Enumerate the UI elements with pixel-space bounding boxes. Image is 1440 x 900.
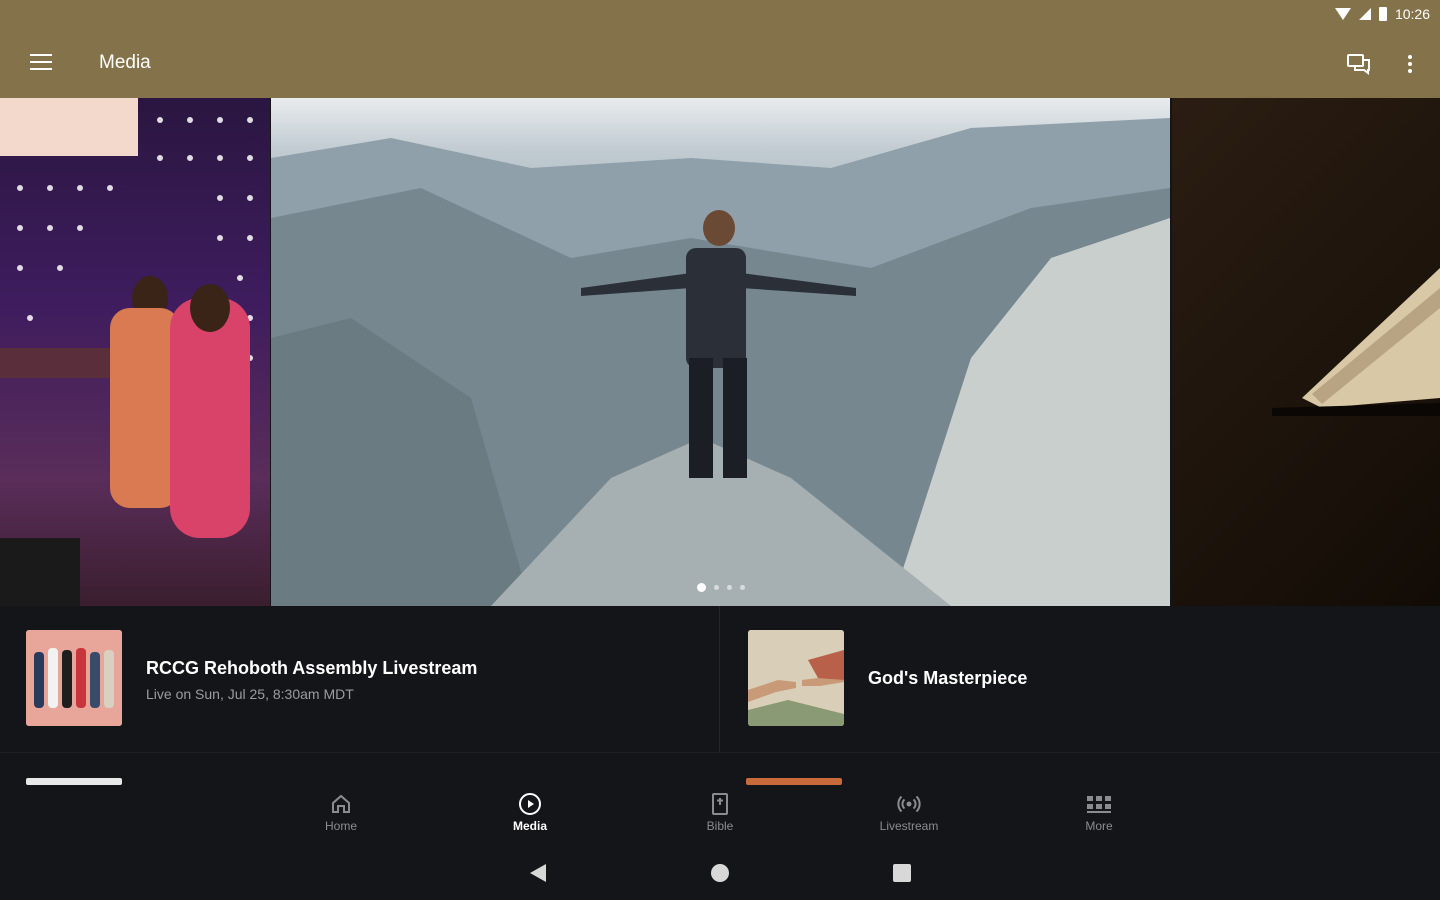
grid-more-icon xyxy=(1087,796,1111,813)
carousel-dot[interactable] xyxy=(696,583,706,592)
list-item[interactable]: RCCG Rehoboth Assembly Livestream Live o… xyxy=(0,606,720,752)
wifi-icon xyxy=(1334,8,1351,20)
bible-icon xyxy=(712,793,728,815)
nav-label: Home xyxy=(324,819,357,833)
more-vert-icon[interactable] xyxy=(1404,52,1416,76)
bottom-navigation: Home Media Bible Livestream More xyxy=(0,786,1440,844)
nav-item-more[interactable]: More xyxy=(1049,792,1149,833)
page-title: Media xyxy=(99,52,151,73)
media-list: RCCG Rehoboth Assembly Livestream Live o… xyxy=(0,606,1440,796)
carousel-dot[interactable] xyxy=(726,585,732,590)
carousel-dots xyxy=(696,583,745,592)
carousel-slide-next[interactable] xyxy=(1172,98,1440,606)
home-button-icon[interactable] xyxy=(710,862,730,884)
media-title: God's Masterpiece xyxy=(868,668,1028,688)
nav-label: More xyxy=(1085,819,1113,833)
nav-label: Bible xyxy=(706,819,734,833)
nav-label: Livestream xyxy=(879,819,939,833)
play-circle-icon xyxy=(519,793,541,815)
battery-icon xyxy=(1378,7,1387,21)
hamburger-menu-icon[interactable] xyxy=(30,54,52,72)
system-navigation xyxy=(0,850,1440,900)
carousel-slide-previous[interactable] xyxy=(0,98,270,606)
media-title: RCCG Rehoboth Assembly Livestream xyxy=(146,658,478,678)
media-subtitle: Live on Sun, Jul 25, 8:30am MDT xyxy=(146,686,354,702)
status-bar: 10:26 xyxy=(0,0,1440,30)
status-icons: 10:26 xyxy=(1334,6,1430,22)
carousel-slide-current[interactable] xyxy=(271,98,1170,606)
carousel-dot[interactable] xyxy=(713,585,719,590)
nav-item-bible[interactable]: Bible xyxy=(670,792,770,833)
media-thumbnail xyxy=(748,630,844,726)
back-icon[interactable] xyxy=(528,862,548,884)
home-icon xyxy=(332,794,350,813)
recents-icon[interactable] xyxy=(892,862,912,884)
nav-item-livestream[interactable]: Livestream xyxy=(859,792,959,833)
app-bar: Media xyxy=(0,30,1440,98)
carousel-dot[interactable] xyxy=(739,585,745,590)
chat-icon[interactable] xyxy=(1346,52,1372,76)
signal-icon xyxy=(1358,8,1371,20)
next-row-thumbnail[interactable] xyxy=(746,778,842,785)
row-divider xyxy=(0,752,1440,753)
nav-item-home[interactable]: Home xyxy=(291,792,391,833)
media-thumbnail xyxy=(26,630,122,726)
media-carousel[interactable] xyxy=(0,98,1440,606)
nav-item-media[interactable]: Media xyxy=(480,792,580,833)
status-time: 10:26 xyxy=(1394,6,1430,22)
nav-label: Media xyxy=(512,819,547,833)
livestream-icon xyxy=(897,795,921,813)
list-item[interactable]: God's Masterpiece xyxy=(722,606,1440,752)
next-row-thumbnail[interactable] xyxy=(26,778,122,785)
